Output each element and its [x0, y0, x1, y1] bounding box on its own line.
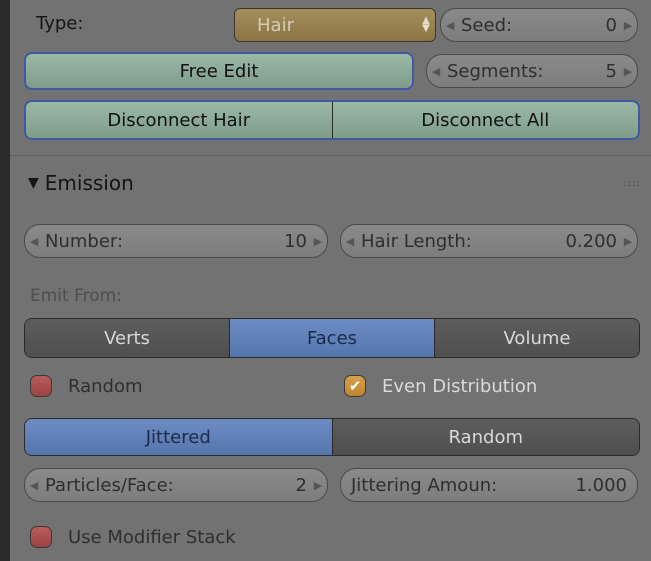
- disconnect-buttons: Disconnect Hair Disconnect All: [24, 100, 640, 140]
- decrement-arrow-icon[interactable]: ◀: [441, 19, 459, 32]
- emit-from-verts[interactable]: Verts: [25, 319, 229, 357]
- type-label: Type:: [36, 13, 84, 34]
- particle-settings-panel: Type: Hair ▲ ▼ ◀ Seed: 0 ▶ Free Edit ◀ Se…: [10, 0, 651, 561]
- number-value: 10: [284, 230, 307, 252]
- disconnect-hair-button[interactable]: Disconnect Hair: [26, 102, 332, 138]
- even-distribution-checkbox[interactable]: ✔ Even Distribution: [344, 375, 537, 397]
- disconnect-all-button[interactable]: Disconnect All: [331, 102, 638, 138]
- emission-header[interactable]: ▼ Emission ::::: [10, 168, 651, 198]
- free-edit-label: Free Edit: [179, 60, 259, 82]
- decrement-arrow-icon[interactable]: ◀: [25, 479, 43, 492]
- decrement-arrow-icon[interactable]: ◀: [427, 65, 445, 78]
- distribution-selector: Jittered Random: [24, 418, 640, 456]
- unchecked-box-icon: [30, 375, 52, 397]
- increment-arrow-icon[interactable]: ▶: [309, 479, 327, 492]
- segments-field[interactable]: ◀ Segments: 5 ▶: [426, 54, 638, 88]
- emit-from-label: Emit From:: [30, 286, 122, 306]
- distribution-jittered[interactable]: Jittered: [25, 419, 332, 455]
- seed-label: Seed:: [461, 14, 513, 36]
- number-label: Number:: [45, 230, 124, 252]
- emit-from-selector: Verts Faces Volume: [24, 318, 640, 358]
- decrement-arrow-icon[interactable]: ◀: [25, 235, 43, 248]
- drag-grip-icon[interactable]: ::::: [624, 178, 641, 189]
- section-divider: [10, 155, 651, 156]
- increment-arrow-icon[interactable]: ▶: [619, 19, 637, 32]
- checkmark-icon: ✔: [344, 375, 366, 397]
- emission-title: Emission: [44, 171, 134, 195]
- increment-arrow-icon[interactable]: ▶: [619, 65, 637, 78]
- updown-arrows-icon: ▲ ▼: [422, 15, 430, 34]
- particles-per-face-field[interactable]: ◀ Particles/Face: 2 ▶: [24, 468, 328, 502]
- use-modifier-stack-checkbox[interactable]: Use Modifier Stack: [30, 526, 236, 548]
- number-field[interactable]: ◀ Number: 10 ▶: [24, 224, 328, 258]
- hair-length-label: Hair Length:: [361, 230, 472, 252]
- collapse-triangle-icon[interactable]: ▼: [28, 175, 39, 191]
- decrement-arrow-icon[interactable]: ◀: [341, 235, 359, 248]
- jittering-label: Jittering Amoun:: [351, 474, 498, 496]
- seed-value: 0: [605, 14, 617, 36]
- emit-from-faces[interactable]: Faces: [229, 319, 434, 357]
- distribution-random[interactable]: Random: [331, 419, 639, 455]
- hair-length-field[interactable]: ◀ Hair Length: 0.200 ▶: [340, 224, 638, 258]
- jittering-value: 1.000: [575, 474, 627, 496]
- use-modifier-stack-label: Use Modifier Stack: [68, 526, 236, 548]
- segments-value: 5: [605, 60, 617, 82]
- type-dropdown-value: Hair: [257, 14, 294, 36]
- unchecked-box-icon: [30, 526, 52, 548]
- random-checkbox[interactable]: Random: [30, 375, 143, 397]
- emit-from-volume[interactable]: Volume: [434, 319, 639, 357]
- increment-arrow-icon[interactable]: ▶: [309, 235, 327, 248]
- even-distribution-label: Even Distribution: [382, 375, 538, 397]
- free-edit-button[interactable]: Free Edit: [24, 52, 414, 90]
- hair-length-value: 0.200: [565, 230, 617, 252]
- type-dropdown[interactable]: Hair ▲ ▼: [234, 8, 436, 42]
- segments-label: Segments:: [447, 60, 544, 82]
- jittering-amount-field[interactable]: Jittering Amoun: 1.000: [340, 468, 638, 502]
- particles-face-value: 2: [295, 474, 307, 496]
- increment-arrow-icon[interactable]: ▶: [619, 235, 637, 248]
- seed-field[interactable]: ◀ Seed: 0 ▶: [440, 8, 638, 42]
- particles-face-label: Particles/Face:: [45, 474, 174, 496]
- random-checkbox-label: Random: [68, 375, 143, 397]
